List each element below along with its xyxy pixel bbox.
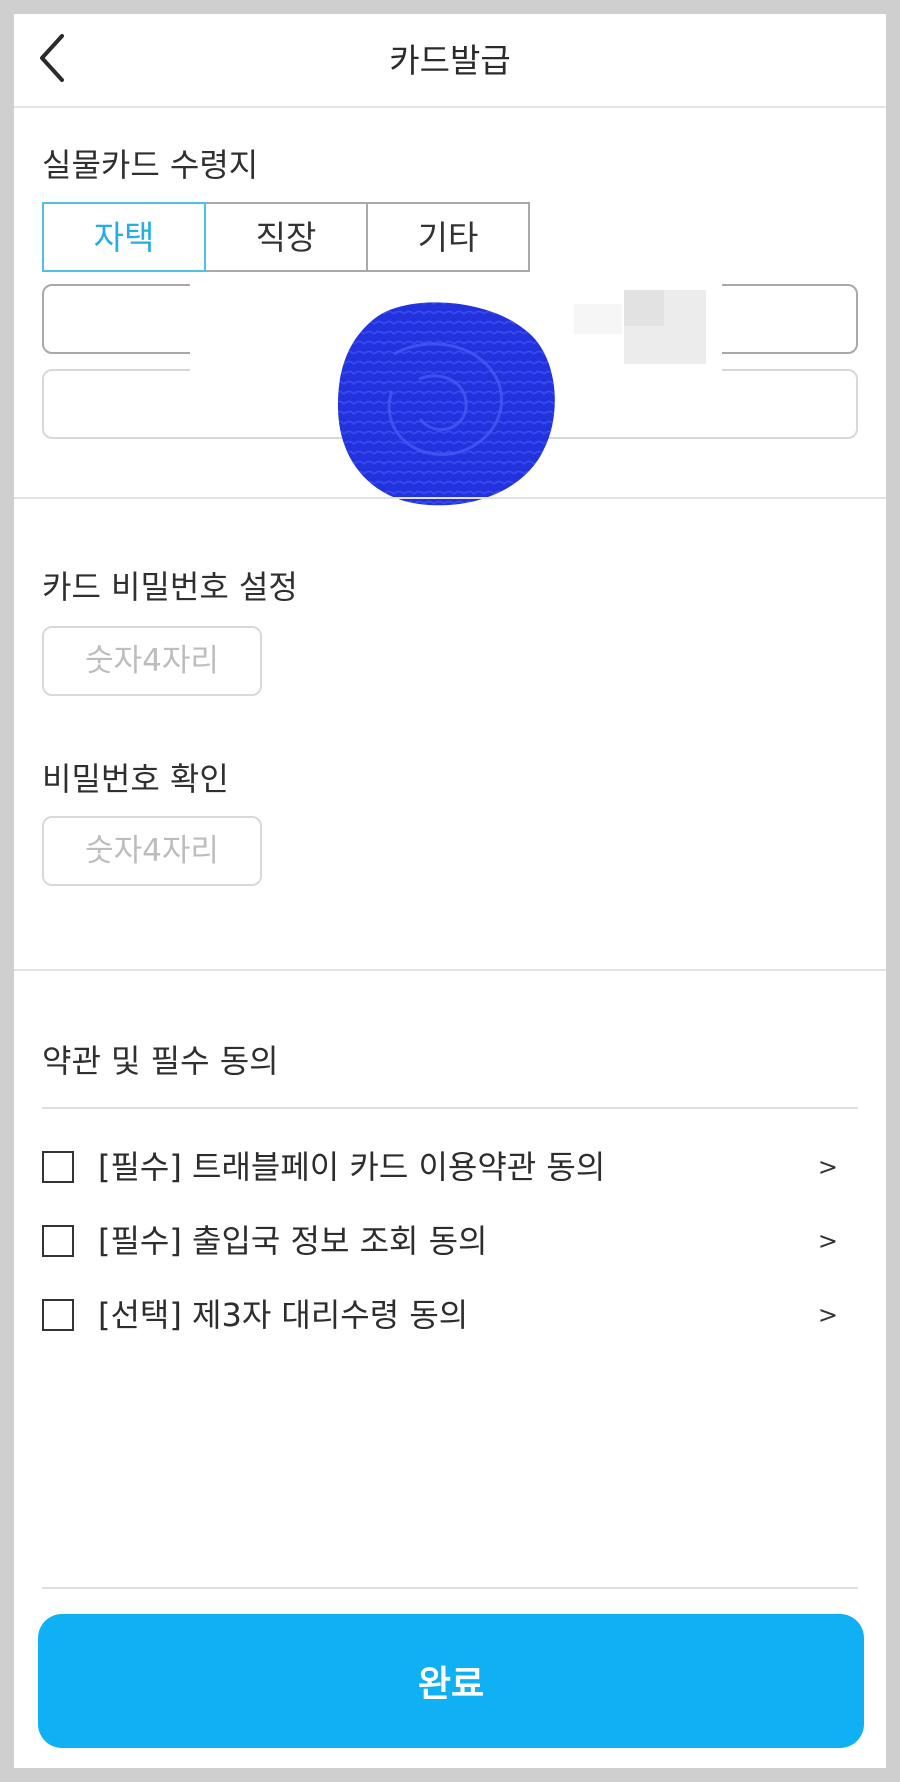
pin-section-title: 카드 비밀번호 설정 [42, 568, 298, 606]
redaction-block [574, 304, 622, 334]
redaction-block [624, 290, 664, 326]
pin-confirm-title: 비밀번호 확인 [42, 760, 229, 798]
terms-item-proxy-receipt[interactable]: [선택] 제3자 대리수령 동의 > [42, 1289, 858, 1341]
checkbox[interactable] [42, 1299, 74, 1331]
section-divider [14, 969, 886, 971]
page-title: 카드발급 [389, 41, 511, 80]
terms-divider [42, 1107, 858, 1109]
terms-item-label: [필수] 트래블페이 카드 이용약관 동의 [98, 1148, 606, 1186]
section-divider [14, 497, 886, 499]
terms-divider [42, 1587, 858, 1589]
chevron-right-icon[interactable]: > [818, 1215, 838, 1267]
checkbox[interactable] [42, 1225, 74, 1257]
complete-button[interactable]: 완료 [38, 1614, 864, 1748]
terms-item-card-usage[interactable]: [필수] 트래블페이 카드 이용약관 동의 > [42, 1141, 858, 1193]
pickup-section-title: 실물카드 수령지 [42, 146, 259, 184]
chevron-right-icon[interactable]: > [818, 1141, 838, 1193]
terms-section-title: 약관 및 필수 동의 [42, 1042, 279, 1080]
header: 카드발급 [14, 14, 886, 108]
terms-item-immigration[interactable]: [필수] 출입국 정보 조회 동의 > [42, 1215, 858, 1267]
redaction-scribble [337, 302, 555, 506]
tab-other[interactable]: 기타 [366, 202, 530, 272]
pin-confirm-input[interactable] [42, 816, 262, 886]
checkbox[interactable] [42, 1151, 74, 1183]
tab-work[interactable]: 직장 [204, 202, 368, 272]
terms-item-label: [선택] 제3자 대리수령 동의 [98, 1296, 469, 1334]
card-issue-screen: 카드발급 실물카드 수령지 자택 직장 기타 카드 비밀번호 설정 비밀번호 확… [14, 14, 886, 1768]
pickup-tabs: 자택 직장 기타 [42, 202, 534, 272]
chevron-left-icon [40, 34, 64, 82]
pin-input[interactable] [42, 626, 262, 696]
chevron-right-icon[interactable]: > [818, 1289, 838, 1341]
tab-home[interactable]: 자택 [42, 202, 206, 272]
terms-item-label: [필수] 출입국 정보 조회 동의 [98, 1222, 488, 1260]
back-button[interactable] [32, 28, 76, 88]
